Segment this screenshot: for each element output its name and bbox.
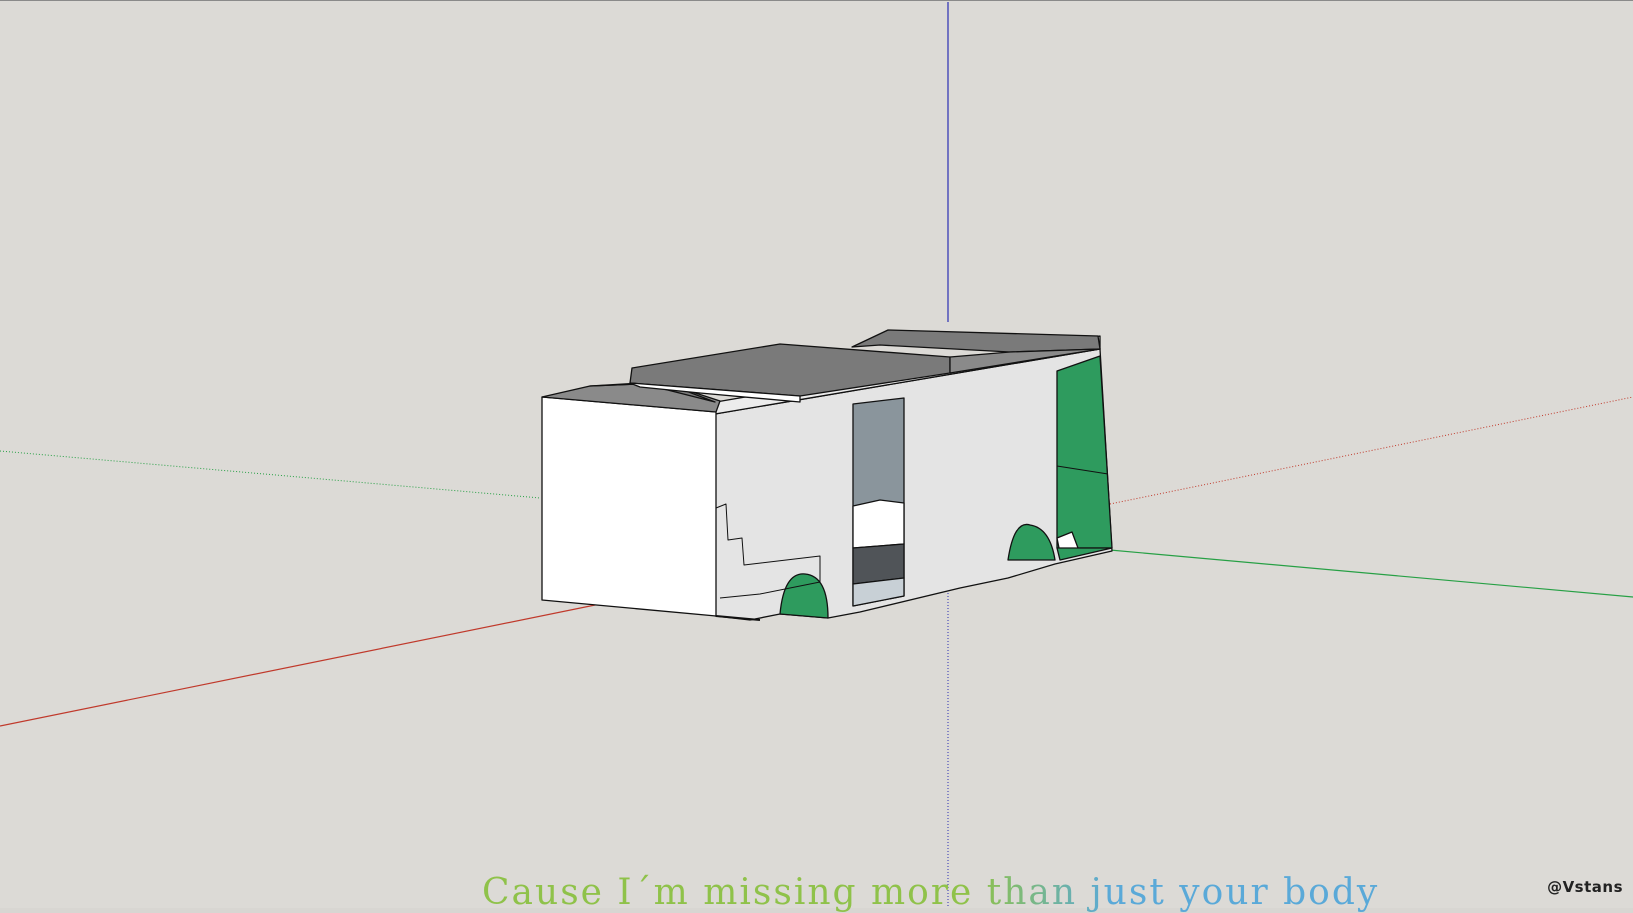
watermark: @Vstans: [1547, 878, 1623, 896]
3d-viewport[interactable]: Cause I´m missing more than just your bo…: [0, 0, 1633, 913]
red-axis-positive: [0, 603, 601, 727]
video-subtitle: Cause I´m missing more than just your bo…: [482, 872, 1380, 913]
green-axis-positive: [1109, 549, 1633, 598]
bus-rear-panel: [1056, 355, 1113, 549]
bus-door-step: [852, 543, 905, 585]
green-axis-negative: [0, 450, 541, 499]
bus-door-seat: [852, 499, 905, 549]
red-axis-negative: [1109, 396, 1633, 505]
bus-roof-unit-rear: [851, 329, 1101, 353]
bus-rear-floor: [1056, 547, 1113, 561]
scene-canvas[interactable]: [0, 0, 1633, 908]
bus-model[interactable]: [541, 329, 1113, 621]
bus-front-face[interactable]: [541, 396, 717, 617]
